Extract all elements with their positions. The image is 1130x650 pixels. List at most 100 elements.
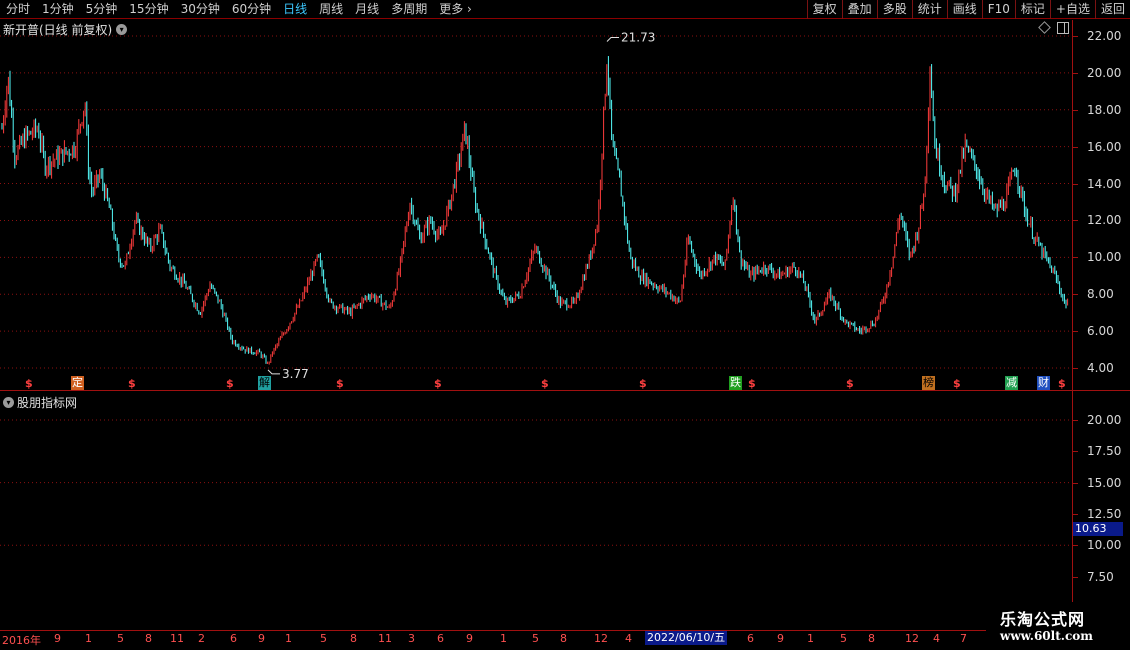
event-s-marker[interactable]: $: [1058, 377, 1066, 390]
x-tick-label: 5: [320, 632, 327, 645]
y-tick-label: 6.00: [1087, 324, 1114, 339]
period-tab[interactable]: 15分钟: [123, 0, 174, 19]
toolbar-action-button[interactable]: 多股: [876, 0, 912, 19]
y-tick: [1073, 368, 1078, 369]
event-s-marker[interactable]: $: [846, 377, 854, 390]
x-tick-label: 1: [500, 632, 507, 645]
y-tick-label: 18.00: [1087, 102, 1122, 117]
y-tick-label: 4.00: [1087, 361, 1114, 375]
event-s-marker[interactable]: $: [541, 377, 549, 390]
event-box-marker[interactable]: 财: [1037, 376, 1050, 390]
x-tick-label: 5: [840, 632, 847, 645]
indicator-y-tick-label: 7.50: [1087, 569, 1114, 584]
y-tick: [1073, 146, 1078, 148]
toolbar-action-button[interactable]: 统计: [911, 0, 947, 19]
indicator-y-tick-label: 10.00: [1087, 538, 1122, 553]
indicator-chart[interactable]: [0, 392, 1072, 630]
event-s-marker[interactable]: $: [953, 377, 961, 390]
y-tick: [1073, 36, 1078, 37]
indicator-y-tick: [1073, 545, 1078, 547]
period-tabs: 分时 1分钟 5分钟 15分钟 30分钟 60分钟 日线 周线 月线 多周期 更多 ›: [0, 0, 478, 19]
max-price-label: 21.73: [621, 31, 655, 45]
x-tick-label: 9: [54, 632, 61, 645]
main-panel-bottom-border: [0, 390, 1130, 391]
x-tick-label: 4: [625, 632, 632, 645]
x-tick-label: 6: [747, 632, 754, 645]
indicator-y-tick: [1073, 420, 1078, 421]
indicator-y-tick-label: 12.50: [1087, 506, 1122, 521]
y-tick: [1073, 183, 1078, 185]
y-tick-label: 10.00: [1087, 250, 1122, 265]
event-s-marker[interactable]: $: [128, 377, 136, 390]
action-buttons: 复权 叠加 多股 统计 画线 F10 标记 +自选 返回: [806, 0, 1130, 19]
period-tab[interactable]: 1分钟: [36, 0, 80, 19]
event-s-marker[interactable]: $: [434, 377, 442, 390]
price-marker-line: [267, 369, 280, 375]
toolbar-action-button[interactable]: +自选: [1049, 0, 1095, 19]
period-tab[interactable]: 月线: [349, 0, 385, 19]
x-tick-label: 2016年: [2, 634, 41, 647]
x-tick-label: 8: [350, 632, 357, 645]
toolbar-action-button[interactable]: 标记: [1014, 0, 1050, 19]
y-tick: [1073, 109, 1078, 111]
x-tick-label: 7: [960, 632, 967, 645]
period-tab[interactable]: 多周期: [385, 0, 433, 19]
event-box-marker[interactable]: 跌: [729, 376, 742, 390]
y-tick-label: 14.00: [1087, 176, 1122, 191]
x-tick-label: 5: [117, 632, 124, 645]
candlestick-chart[interactable]: 21.73 3.77: [0, 20, 1072, 390]
x-tick-label: 6: [230, 632, 237, 645]
indicator-y-tick-label: 15.00: [1087, 475, 1122, 490]
toolbar-action-button[interactable]: 返回: [1094, 0, 1130, 19]
y-tick-label: 8.00: [1087, 287, 1114, 302]
x-tick-label: 4: [933, 632, 940, 645]
toolbar-action-button[interactable]: 复权: [806, 0, 842, 19]
watermark: 乐淘公式网 www.60lt.com: [986, 602, 1130, 650]
toolbar: 分时 1分钟 5分钟 15分钟 30分钟 60分钟 日线 周线 月线 多周期 更多 › 复权 叠加 多股…: [0, 0, 1130, 19]
watermark-title: 乐淘公式网: [1000, 610, 1086, 629]
y-tick: [1073, 331, 1078, 333]
y-tick-label: 22.00: [1087, 29, 1122, 43]
x-tick-label: 9: [777, 632, 784, 645]
indicator-y-tick: [1073, 513, 1078, 515]
period-tab[interactable]: 60分钟: [226, 0, 277, 19]
event-s-marker[interactable]: $: [226, 377, 234, 390]
event-box-marker[interactable]: 定: [71, 376, 84, 390]
date-cursor-label: 2022/06/10/五: [645, 631, 728, 645]
min-price-label: 3.77: [282, 367, 309, 381]
period-tab[interactable]: 5分钟: [80, 0, 124, 19]
x-tick-label: 9: [258, 632, 265, 645]
x-axis: 2016年 9 1 5 8 11 2 6 9 1 5 8 11 3 6 9 1 5 8 12 4 6 9 1 5 8 12 4 7: [0, 631, 1130, 650]
x-tick-label: 12: [905, 632, 919, 645]
event-s-marker[interactable]: $: [748, 377, 756, 390]
event-box-marker[interactable]: 解: [258, 376, 271, 390]
y-tick: [1073, 257, 1078, 259]
event-s-marker[interactable]: $: [639, 377, 647, 390]
y-tick: [1073, 220, 1078, 222]
toolbar-action-button[interactable]: 叠加: [841, 0, 877, 19]
event-box-marker[interactable]: 榜: [922, 376, 935, 390]
x-tick-label: 11: [170, 632, 184, 645]
y-tick: [1073, 72, 1078, 74]
x-tick-label: 11: [378, 632, 392, 645]
y-tick: [1073, 294, 1078, 296]
period-tab[interactable]: 日线: [277, 0, 313, 19]
period-tab[interactable]: 分时: [0, 0, 36, 19]
x-tick-label: 8: [560, 632, 567, 645]
indicator-y-tick-label: 17.50: [1087, 444, 1122, 459]
toolbar-action-button[interactable]: 画线: [946, 0, 982, 19]
indicator-y-tick: [1073, 482, 1078, 484]
event-box-marker[interactable]: 减: [1005, 376, 1018, 390]
x-tick-label: 12: [594, 632, 608, 645]
period-tab[interactable]: 更多 ›: [433, 0, 478, 19]
price-marker-line: [606, 37, 619, 42]
y-tick-label: 16.00: [1087, 139, 1122, 154]
toolbar-action-button[interactable]: F10: [981, 0, 1015, 19]
event-s-marker[interactable]: $: [25, 377, 33, 390]
y-tick-label: 12.00: [1087, 213, 1122, 228]
period-tab[interactable]: 周线: [313, 0, 349, 19]
x-tick-label: 1: [807, 632, 814, 645]
event-s-marker[interactable]: $: [336, 377, 344, 390]
period-tab[interactable]: 30分钟: [175, 0, 226, 19]
x-tick-label: 5: [532, 632, 539, 645]
